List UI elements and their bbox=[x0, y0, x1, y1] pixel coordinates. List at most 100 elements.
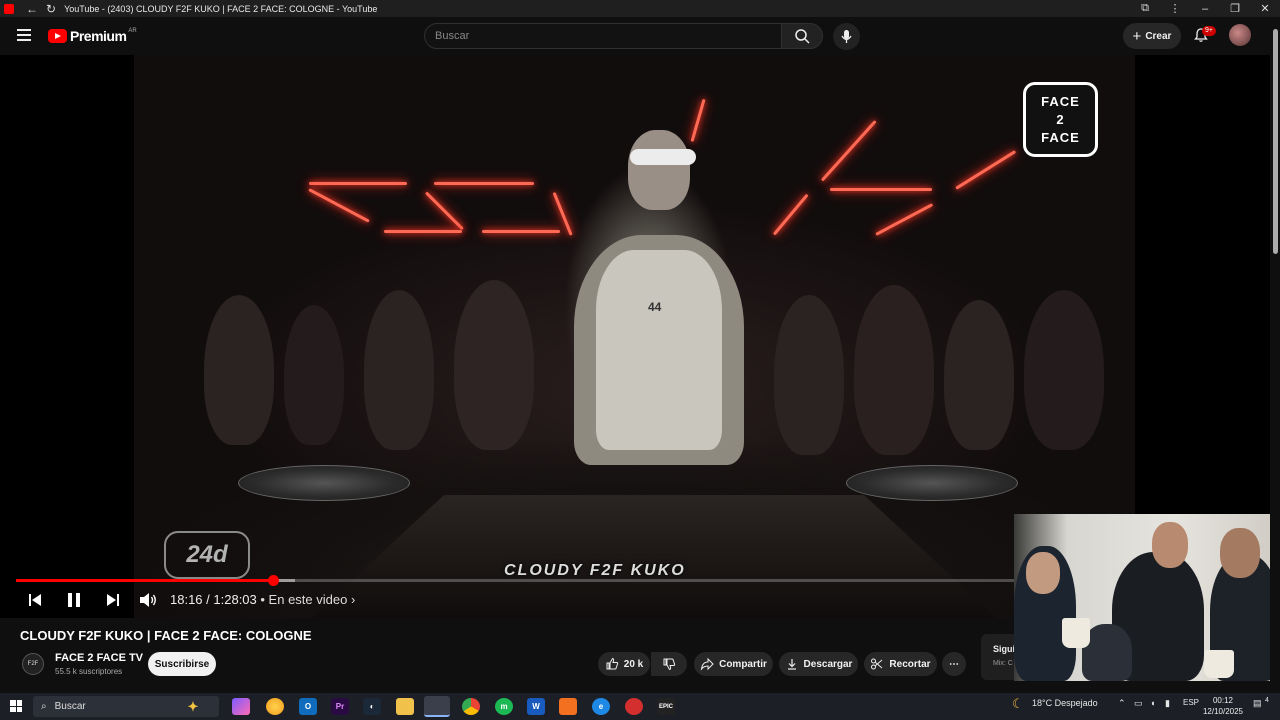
subscriber-count: 55.5 k suscriptores bbox=[55, 667, 123, 676]
previous-icon[interactable] bbox=[26, 589, 44, 611]
notification-center-icon[interactable]: ▤ bbox=[1253, 698, 1262, 709]
chapters-button[interactable]: • En este video › bbox=[260, 592, 355, 607]
word-icon[interactable]: W bbox=[527, 698, 545, 715]
copilot-sparkle-icon[interactable]: ✦ bbox=[184, 698, 202, 715]
crowd-person bbox=[774, 295, 844, 455]
neon-light bbox=[482, 230, 560, 233]
neon-light bbox=[690, 98, 706, 142]
browser-title-bar: ← ↻ YouTube - (2403) CLOUDY F2F KUKO | F… bbox=[0, 0, 1280, 17]
fl-studio-icon[interactable] bbox=[559, 698, 577, 715]
clip-label: Recortar bbox=[889, 658, 931, 670]
search-button[interactable] bbox=[781, 23, 823, 49]
mic-tray-icon[interactable]: ▮ bbox=[1165, 698, 1170, 709]
download-button[interactable]: Descargar bbox=[779, 652, 858, 676]
extensions-icon[interactable]: ⧉ bbox=[1130, 2, 1160, 15]
download-label: Descargar bbox=[803, 658, 853, 670]
outlook-icon[interactable]: O bbox=[299, 698, 317, 715]
next-icon[interactable] bbox=[104, 589, 122, 611]
taskbar-clock[interactable]: 00:12 12/10/2025 bbox=[1200, 695, 1246, 717]
create-button[interactable]: + Crear bbox=[1123, 23, 1181, 49]
restore-button[interactable]: ❐ bbox=[1220, 2, 1250, 15]
channel-name[interactable]: FACE 2 FACE TV bbox=[55, 652, 143, 664]
like-count: 20 k bbox=[623, 658, 644, 670]
pause-icon[interactable] bbox=[64, 589, 84, 611]
more-options-icon[interactable]: ⋮ bbox=[1160, 2, 1190, 15]
minimize-button[interactable]: – bbox=[1190, 3, 1220, 15]
share-label: Compartir bbox=[719, 658, 767, 670]
scrollbar-thumb[interactable] bbox=[1273, 29, 1278, 254]
time-separator: / bbox=[202, 592, 214, 607]
neon-light bbox=[955, 150, 1017, 190]
language-indicator[interactable]: ESP bbox=[1183, 698, 1199, 707]
video-caption-text: CLOUDY F2F KUKO bbox=[504, 562, 686, 579]
crowd-person bbox=[364, 290, 434, 450]
volume-icon[interactable] bbox=[138, 589, 158, 611]
youtube-premium-logo[interactable]: Premium AR bbox=[48, 28, 137, 44]
crowd-person bbox=[284, 305, 344, 445]
country-code: AR bbox=[128, 28, 137, 34]
speaker-icon[interactable]: ◖ bbox=[1150, 698, 1155, 708]
logo-line: FACE bbox=[1041, 93, 1080, 109]
menu-hamburger-icon[interactable] bbox=[17, 29, 31, 41]
clock-date: 12/10/2025 bbox=[1202, 707, 1244, 716]
plus-icon: + bbox=[1132, 27, 1142, 45]
music-app-icon[interactable]: m bbox=[495, 698, 513, 715]
channel-watermark[interactable]: 24d bbox=[164, 531, 250, 579]
cup bbox=[1204, 650, 1234, 678]
weather-text[interactable]: 18°C Despejado bbox=[1032, 698, 1098, 708]
crowd-person bbox=[204, 295, 274, 445]
search-input[interactable] bbox=[425, 24, 781, 48]
youtube-favicon-icon bbox=[4, 3, 14, 14]
notification-badge: 9+ bbox=[1202, 26, 1216, 36]
chrome-icon[interactable] bbox=[462, 698, 480, 715]
search-icon bbox=[795, 29, 810, 44]
epic-games-icon[interactable]: EPIC bbox=[657, 698, 675, 715]
recording-app-icon[interactable] bbox=[625, 698, 643, 715]
played-bar bbox=[16, 579, 273, 582]
neon-light bbox=[875, 203, 934, 236]
dislike-button[interactable] bbox=[651, 652, 687, 676]
neon-light bbox=[384, 230, 462, 233]
premiere-pro-icon[interactable]: Pr bbox=[331, 698, 349, 715]
current-time: 18:16 bbox=[170, 592, 203, 607]
create-label: Crear bbox=[1145, 30, 1172, 42]
neon-light bbox=[772, 193, 809, 236]
search-box bbox=[424, 23, 782, 49]
voice-search-button[interactable] bbox=[833, 23, 860, 50]
share-button[interactable]: Compartir bbox=[694, 652, 773, 676]
clip-button[interactable]: Recortar bbox=[864, 652, 937, 676]
logo-text: Premium bbox=[70, 28, 127, 44]
subscribe-button[interactable]: Suscribirse bbox=[148, 652, 216, 676]
windows-start-icon[interactable] bbox=[10, 700, 22, 712]
notification-center-count: 4 bbox=[1265, 697, 1269, 704]
dj-tank-top: 44 bbox=[596, 250, 722, 450]
scissors-icon bbox=[871, 658, 883, 670]
like-button[interactable]: 20 k bbox=[598, 652, 650, 676]
tray-expand-icon[interactable]: ⌃ bbox=[1118, 698, 1126, 709]
logo-line: 2 bbox=[1056, 111, 1065, 127]
more-actions-button[interactable]: ⋯ bbox=[942, 652, 966, 676]
moon-weather-icon: ☾ bbox=[1012, 696, 1024, 711]
weather-app-icon[interactable] bbox=[266, 698, 284, 715]
steam-icon[interactable]: ◐ bbox=[363, 698, 381, 715]
reload-icon[interactable]: ↻ bbox=[46, 2, 56, 16]
channel-avatar[interactable]: F2F bbox=[22, 653, 44, 675]
neon-light bbox=[424, 191, 464, 231]
file-explorer-icon[interactable] bbox=[396, 698, 414, 715]
account-avatar[interactable] bbox=[1229, 24, 1251, 46]
time-display: 18:16 / 1:28:03 • En este video › bbox=[170, 592, 355, 607]
edge-icon[interactable]: e bbox=[592, 698, 610, 715]
search-icon: ⌕ bbox=[41, 701, 47, 712]
page-scrollbar[interactable] bbox=[1270, 17, 1280, 689]
dj-sunglasses bbox=[630, 149, 696, 165]
webcam-overlay bbox=[1014, 514, 1280, 681]
active-browser-icon[interactable] bbox=[424, 696, 450, 717]
copilot-app-icon[interactable] bbox=[232, 698, 250, 715]
microphone-icon bbox=[841, 30, 852, 43]
card-subtitle: Mix: C bbox=[993, 660, 1013, 667]
close-button[interactable]: ✕ bbox=[1250, 2, 1280, 15]
scrubber-handle[interactable] bbox=[267, 575, 279, 586]
back-arrow-icon[interactable]: ← bbox=[26, 2, 38, 16]
youtube-play-logo-icon bbox=[48, 29, 67, 43]
network-icon[interactable]: ▭ bbox=[1134, 698, 1143, 709]
